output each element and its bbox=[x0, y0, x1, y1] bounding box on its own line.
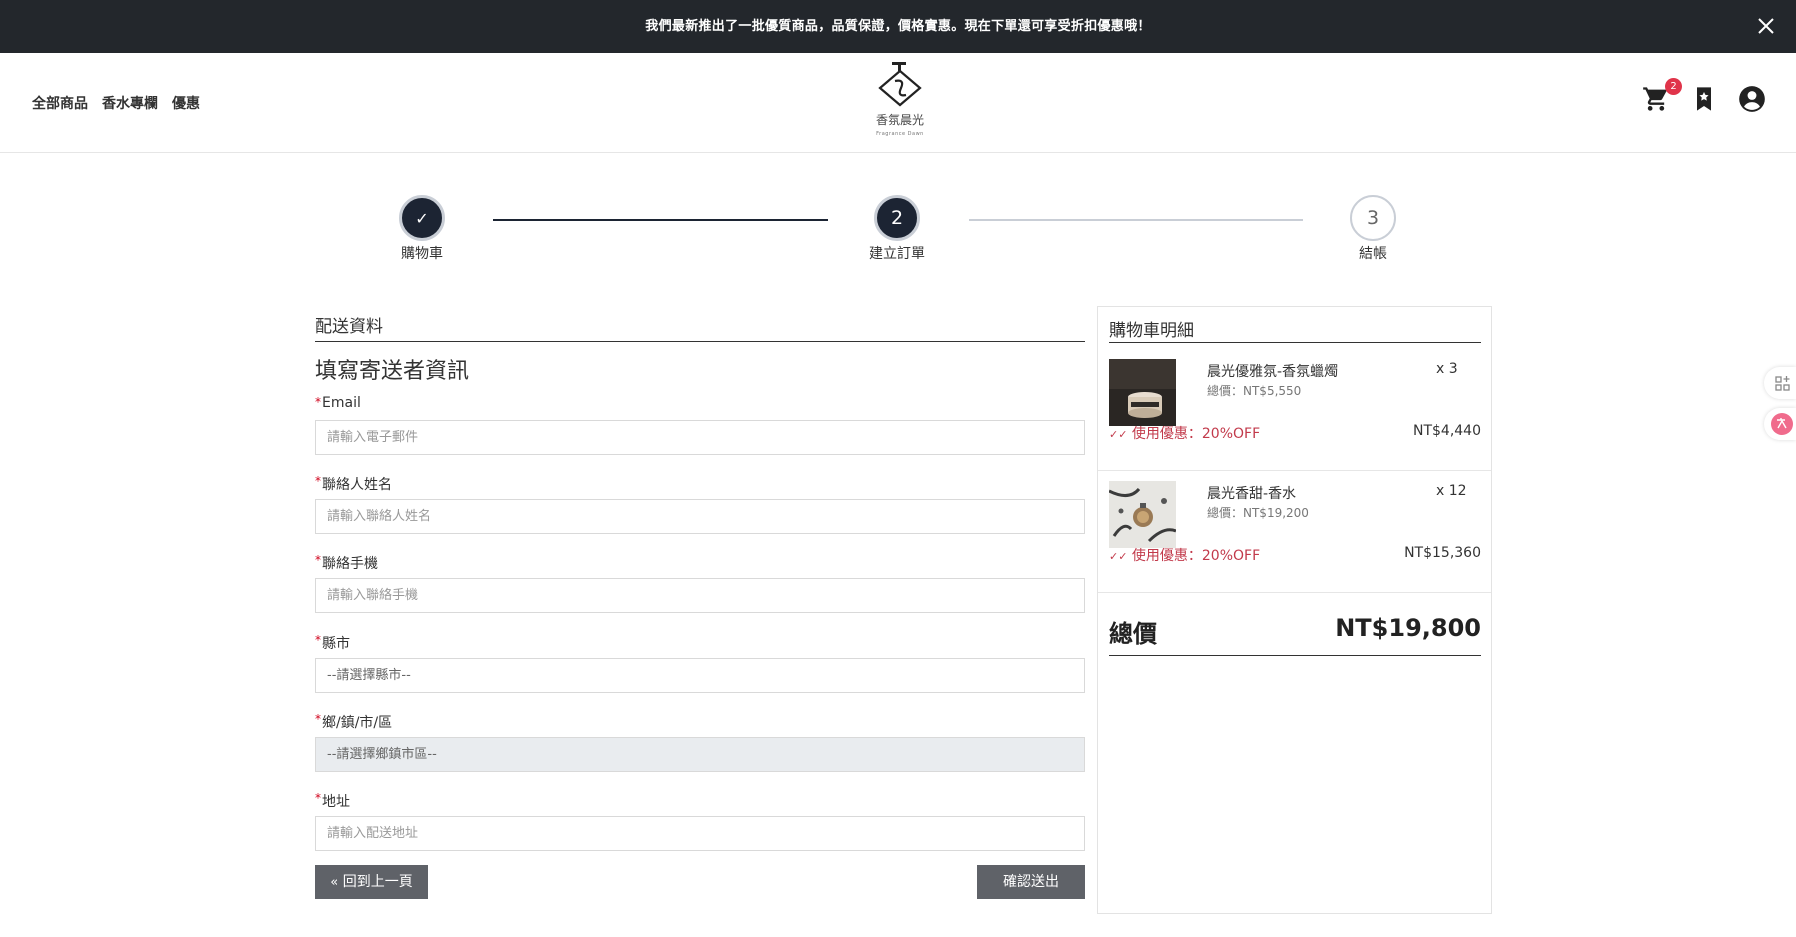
product-subtotal: 總價：NT$5,550 bbox=[1207, 384, 1302, 398]
submit-button[interactable]: 確認送出 bbox=[977, 865, 1085, 899]
product-name: 晨光優雅氛-香氛蠟燭 bbox=[1207, 364, 1339, 380]
required-mark: * bbox=[315, 395, 321, 409]
discount-info: ✓✓ 使用優惠：20%OFF bbox=[1109, 545, 1260, 565]
product-quantity: x 12 bbox=[1436, 483, 1467, 499]
product-quantity: x 3 bbox=[1436, 361, 1458, 377]
contact-name-label: *聯絡人姓名 bbox=[315, 474, 392, 493]
total-label: 總價 bbox=[1109, 620, 1157, 648]
cart-count-badge: 2 bbox=[1665, 78, 1682, 95]
nav-offers[interactable]: 優惠 bbox=[172, 93, 200, 113]
cart-item: 晨光優雅氛-香氛蠟燭 x 3 總價：NT$5,550 ✓✓ 使用優惠：20%OF… bbox=[1098, 349, 1491, 471]
translate-widget-button[interactable] bbox=[1764, 408, 1796, 440]
district-label: *鄉/鎮/市/區 bbox=[315, 712, 393, 731]
total-value: NT$19,800 bbox=[1335, 614, 1481, 642]
user-icon bbox=[1739, 86, 1765, 112]
contact-name-field[interactable] bbox=[315, 499, 1085, 534]
cart-item: 晨光香甜-香水 x 12 總價：NT$19,200 ✓✓ 使用優惠：20%OFF… bbox=[1098, 471, 1491, 593]
city-label: *縣市 bbox=[315, 633, 350, 652]
product-subtotal: 總價：NT$19,200 bbox=[1207, 506, 1309, 520]
required-mark: * bbox=[315, 712, 321, 726]
discount-info: ✓✓ 使用優惠：20%OFF bbox=[1109, 423, 1260, 443]
double-chevron-left-icon: « bbox=[330, 875, 339, 890]
product-price: NT$4,440 bbox=[1412, 423, 1481, 439]
required-mark: * bbox=[315, 791, 321, 805]
main-nav: 全部商品 香水專欄 優惠 bbox=[32, 93, 200, 113]
step-connector-1 bbox=[493, 219, 828, 221]
step-2-circle: 2 bbox=[874, 195, 920, 241]
email-field[interactable] bbox=[315, 420, 1085, 455]
total-divider bbox=[1109, 655, 1481, 656]
required-mark: * bbox=[315, 633, 321, 647]
address-field[interactable] bbox=[315, 816, 1085, 851]
logo-name: 香氛晨光 bbox=[875, 113, 924, 127]
announcement-bar: 我們最新推出了一批優質商品，品質保證，價格實惠。現在下單還可享受折扣優惠哦！ bbox=[0, 0, 1796, 53]
discount-label: 使用優惠：20%OFF bbox=[1131, 426, 1261, 442]
product-thumbnail-candle bbox=[1109, 359, 1176, 426]
qr-code-icon bbox=[1775, 376, 1790, 391]
announcement-text: 我們最新推出了一批優質商品，品質保證，價格實惠。現在下單還可享受折扣優惠哦！ bbox=[645, 19, 1151, 34]
step-2-label: 建立訂單 bbox=[869, 246, 925, 262]
bookmark-icon bbox=[1697, 87, 1711, 111]
product-thumbnail-perfume bbox=[1109, 481, 1176, 548]
double-check-icon: ✓✓ bbox=[1109, 428, 1128, 441]
required-mark: * bbox=[315, 553, 321, 567]
step-1-label: 購物車 bbox=[401, 246, 443, 262]
account-button[interactable] bbox=[1738, 85, 1766, 113]
phone-field[interactable] bbox=[315, 578, 1085, 613]
translate-icon bbox=[1771, 413, 1793, 435]
city-select[interactable]: --請選擇縣市-- bbox=[315, 658, 1085, 693]
address-label: *地址 bbox=[315, 791, 350, 810]
section-divider bbox=[315, 341, 1085, 342]
close-icon[interactable] bbox=[1754, 14, 1778, 38]
shipping-section-title: 配送資料 bbox=[315, 317, 383, 337]
cart-button[interactable]: 2 bbox=[1642, 78, 1682, 113]
required-mark: * bbox=[315, 474, 321, 488]
phone-label: *聯絡手機 bbox=[315, 553, 378, 572]
item-divider bbox=[1098, 592, 1491, 593]
step-connector-2 bbox=[969, 219, 1303, 221]
back-button[interactable]: « 回到上一頁 bbox=[315, 865, 428, 899]
step-3-circle: 3 bbox=[1350, 195, 1396, 241]
nav-perfume-column[interactable]: 香水專欄 bbox=[102, 93, 158, 113]
logo-icon bbox=[878, 62, 922, 107]
site-header: 全部商品 香水專欄 優惠 香氛晨光 Fragrance Dawn 2 bbox=[0, 53, 1796, 153]
discount-label: 使用優惠：20%OFF bbox=[1131, 548, 1261, 564]
bookmark-button[interactable] bbox=[1690, 85, 1718, 113]
header-actions: 2 bbox=[1642, 78, 1766, 113]
site-logo[interactable]: 香氛晨光 Fragrance Dawn bbox=[860, 61, 940, 145]
nav-all-products[interactable]: 全部商品 bbox=[32, 93, 88, 113]
check-icon: ✓ bbox=[415, 209, 429, 228]
form-heading: 填寫寄送者資訊 bbox=[315, 359, 470, 384]
product-name: 晨光香甜-香水 bbox=[1207, 486, 1297, 502]
step-1-circle: ✓ bbox=[399, 195, 445, 241]
product-price: NT$15,360 bbox=[1404, 545, 1481, 561]
back-button-label: 回到上一頁 bbox=[342, 874, 413, 890]
cart-summary-title: 購物車明細 bbox=[1109, 321, 1194, 341]
qr-widget-button[interactable] bbox=[1764, 367, 1796, 399]
step-3-label: 結帳 bbox=[1359, 246, 1387, 262]
checkout-stepper: ✓ 購物車 2 建立訂單 3 結帳 bbox=[0, 195, 1796, 265]
cart-summary-panel: 購物車明細 晨光優雅氛-香氛蠟燭 x 3 總價：NT$5,550 ✓✓ 使用優惠… bbox=[1097, 306, 1492, 914]
district-select[interactable]: --請選擇鄉鎮市區-- bbox=[315, 737, 1085, 772]
cart-divider bbox=[1109, 342, 1481, 343]
logo-subtitle: Fragrance Dawn bbox=[876, 131, 924, 137]
double-check-icon: ✓✓ bbox=[1109, 550, 1128, 563]
email-label: *Email bbox=[315, 395, 361, 411]
